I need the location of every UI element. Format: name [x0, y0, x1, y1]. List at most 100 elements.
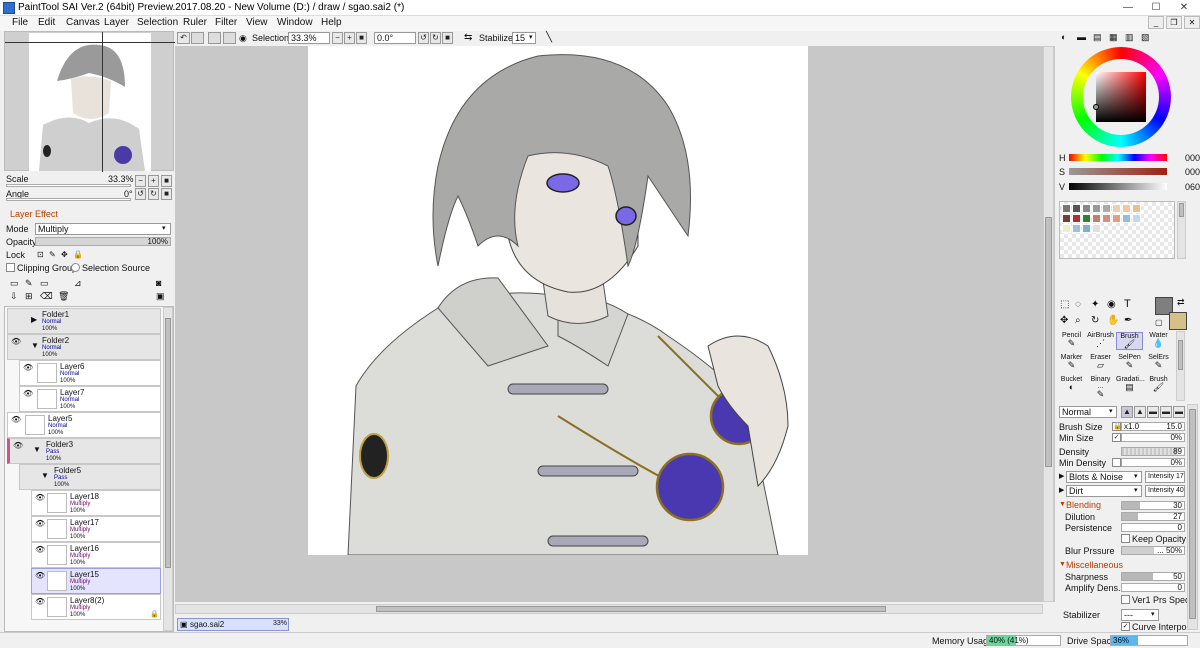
eye-icon[interactable]: 👁 [23, 389, 33, 398]
visibility-toggle[interactable] [11, 311, 21, 320]
curve-interpolation-checkbox[interactable]: ✓ [1121, 622, 1130, 631]
eye-icon[interactable]: 👁 [23, 363, 33, 372]
value-slider[interactable] [1069, 183, 1167, 190]
scale-slider[interactable] [6, 184, 131, 187]
brush-tool-marker[interactable]: Marker ✎ [1058, 354, 1085, 372]
color-swatch[interactable] [1082, 214, 1091, 223]
chevron-down-icon[interactable]: ▼ [1059, 561, 1066, 568]
minimize-button[interactable]: — [1114, 0, 1142, 16]
lock-paint-icon[interactable]: ✎ [49, 250, 56, 259]
brush-tool-gradati[interactable]: Gradati... ▤ [1116, 376, 1145, 394]
menu-help[interactable]: Help [321, 17, 342, 28]
color-swatch[interactable] [1132, 204, 1141, 213]
hsv-slider-tab-icon[interactable]: ▤ [1093, 32, 1102, 43]
keep-opacity-checkbox[interactable] [1121, 534, 1130, 543]
zoom-reset-button[interactable]: ■ [356, 32, 367, 44]
layer-row-layer16[interactable]: 👁 Layer16 Multiply 100% [31, 542, 161, 568]
brush-tool-eraser[interactable]: Eraser ▱ [1087, 354, 1114, 372]
swatch-tab-icon[interactable]: ▦ [1109, 32, 1118, 43]
canvas-vertical-scrollbar[interactable] [1043, 46, 1054, 602]
menu-selection[interactable]: Selection [137, 17, 178, 28]
redo-button[interactable] [191, 32, 204, 44]
color-swatch[interactable] [1122, 214, 1131, 223]
zoom-in-button[interactable]: + [344, 32, 355, 44]
blur-pressure-slider[interactable]: ... 50% [1121, 546, 1185, 555]
color-swatch[interactable] [1112, 214, 1121, 223]
secondary-color-swatch[interactable] [1169, 312, 1187, 330]
chevron-right-icon[interactable]: ▶ [1059, 472, 1064, 480]
brush-tool-binary[interactable]: Binary ... ✎ [1087, 376, 1114, 399]
transfer-down-icon[interactable]: ⇩ [10, 291, 18, 302]
color-swatch[interactable] [1072, 224, 1081, 233]
close-button[interactable]: ✕ [1170, 0, 1198, 16]
chevron-right-icon[interactable]: ▶ [31, 315, 37, 324]
lasso-icon[interactable]: ◌ [1075, 299, 1081, 310]
layer-filter-icon[interactable]: ⊿ [74, 278, 82, 289]
rotate-reset-button[interactable]: ■ [442, 32, 453, 44]
miscellaneous-header[interactable]: Miscellaneous [1066, 560, 1123, 570]
min-density-slider[interactable]: 0% [1121, 458, 1185, 467]
lock-move-icon[interactable]: ✥ [61, 250, 68, 259]
selection-source-radio[interactable] [71, 263, 80, 272]
brush-tool-water[interactable]: Water 💧 [1145, 332, 1172, 350]
eye-icon[interactable]: 👁 [35, 545, 45, 554]
brush-settings-scrollbar[interactable] [1187, 404, 1198, 630]
rotation-field[interactable]: 0.0° [374, 32, 416, 44]
menu-layer[interactable]: Layer [104, 17, 129, 28]
eye-icon[interactable]: 👁 [35, 597, 45, 606]
brush-tool-selpen[interactable]: SelPen ✎ [1116, 354, 1143, 372]
layer-row-layer15[interactable]: 👁 Layer15 Multiply 100% [31, 568, 161, 594]
brush-shape-5-button[interactable]: ▬ [1173, 406, 1185, 418]
color-swatch[interactable] [1062, 204, 1071, 213]
lock-transparency-icon[interactable]: ⊡ [37, 250, 44, 259]
nav-rotate-right-button[interactable]: ↻ [148, 188, 159, 200]
new-folder-icon[interactable]: ▭ [40, 278, 49, 289]
layer-row-layer18[interactable]: 👁 Layer18 Multiply 100% [31, 490, 161, 516]
mdi-close-button[interactable]: ✕ [1184, 16, 1200, 29]
layer-row-folder5[interactable]: ▼ Folder5 Pass 100% [19, 464, 161, 490]
menu-canvas[interactable]: Canvas [66, 17, 100, 28]
canvas-viewport[interactable] [175, 46, 1055, 614]
rect-select-icon[interactable]: ⬚ [1060, 299, 1069, 310]
artwork-canvas[interactable] [308, 46, 808, 555]
persistence-slider[interactable]: 0 [1121, 523, 1185, 532]
deselect-button[interactable] [208, 32, 221, 44]
zoom-icon[interactable]: ⌕ [1075, 315, 1081, 326]
layer-row-layer6[interactable]: 👁 Layer6 Normal 100% [19, 360, 161, 386]
hand-icon[interactable]: ✋ [1107, 315, 1119, 326]
swatch-scrollbar[interactable] [1177, 201, 1186, 259]
hue-slider[interactable] [1069, 154, 1167, 161]
layer-row-folder3[interactable]: 👁 ▼ Folder3 Pass 100% [7, 438, 161, 464]
clipping-group-checkbox[interactable] [6, 263, 15, 272]
shape-icon[interactable]: ◉ [1107, 299, 1116, 310]
color-swatch[interactable] [1072, 204, 1081, 213]
eye-icon[interactable]: 👁 [11, 415, 21, 424]
color-swatch[interactable] [1102, 204, 1111, 213]
chevron-down-icon[interactable]: ▼ [1059, 501, 1066, 508]
color-swatch[interactable] [1082, 204, 1091, 213]
blend-mode-select[interactable]: Multiply [35, 223, 171, 235]
brush-tool-airbrush[interactable]: AirBrush ⋰ [1087, 332, 1114, 350]
layer-scrollbar[interactable] [163, 307, 173, 631]
eye-icon[interactable]: 👁 [11, 337, 21, 346]
brush-shape-4-button[interactable]: ▬ [1160, 406, 1172, 418]
density-slider[interactable]: 89 [1121, 447, 1185, 456]
rotate-left-button[interactable]: ↺ [418, 32, 429, 44]
nav-rotate-left-button[interactable]: ↺ [135, 188, 146, 200]
eye-icon[interactable]: 👁 [35, 493, 45, 502]
brush-size-slider[interactable]: x1.0 15.0 [1121, 422, 1185, 431]
color-swatch[interactable] [1092, 224, 1101, 233]
chevron-right-icon[interactable]: ▶ [1059, 486, 1064, 494]
zoom-out-button[interactable]: − [332, 32, 343, 44]
navigator-preview[interactable] [4, 31, 175, 172]
document-tab[interactable]: ▣ sgao.sai2 33% [177, 618, 289, 631]
brush-tool-brush[interactable]: Brush 🖌 [1116, 332, 1143, 350]
min-size-slider[interactable]: 0% [1121, 433, 1185, 442]
amplify-density-slider[interactable]: 0 [1121, 583, 1185, 592]
mdi-restore-button[interactable]: ❐ [1166, 16, 1182, 29]
undo-button[interactable]: ↶ [177, 32, 190, 44]
dilution-slider[interactable]: 27 [1121, 512, 1185, 521]
ver1-pressure-checkbox[interactable] [1121, 595, 1130, 604]
layer-row-layer7[interactable]: 👁 Layer7 Normal 100% [19, 386, 161, 412]
angle-slider[interactable] [6, 198, 131, 201]
